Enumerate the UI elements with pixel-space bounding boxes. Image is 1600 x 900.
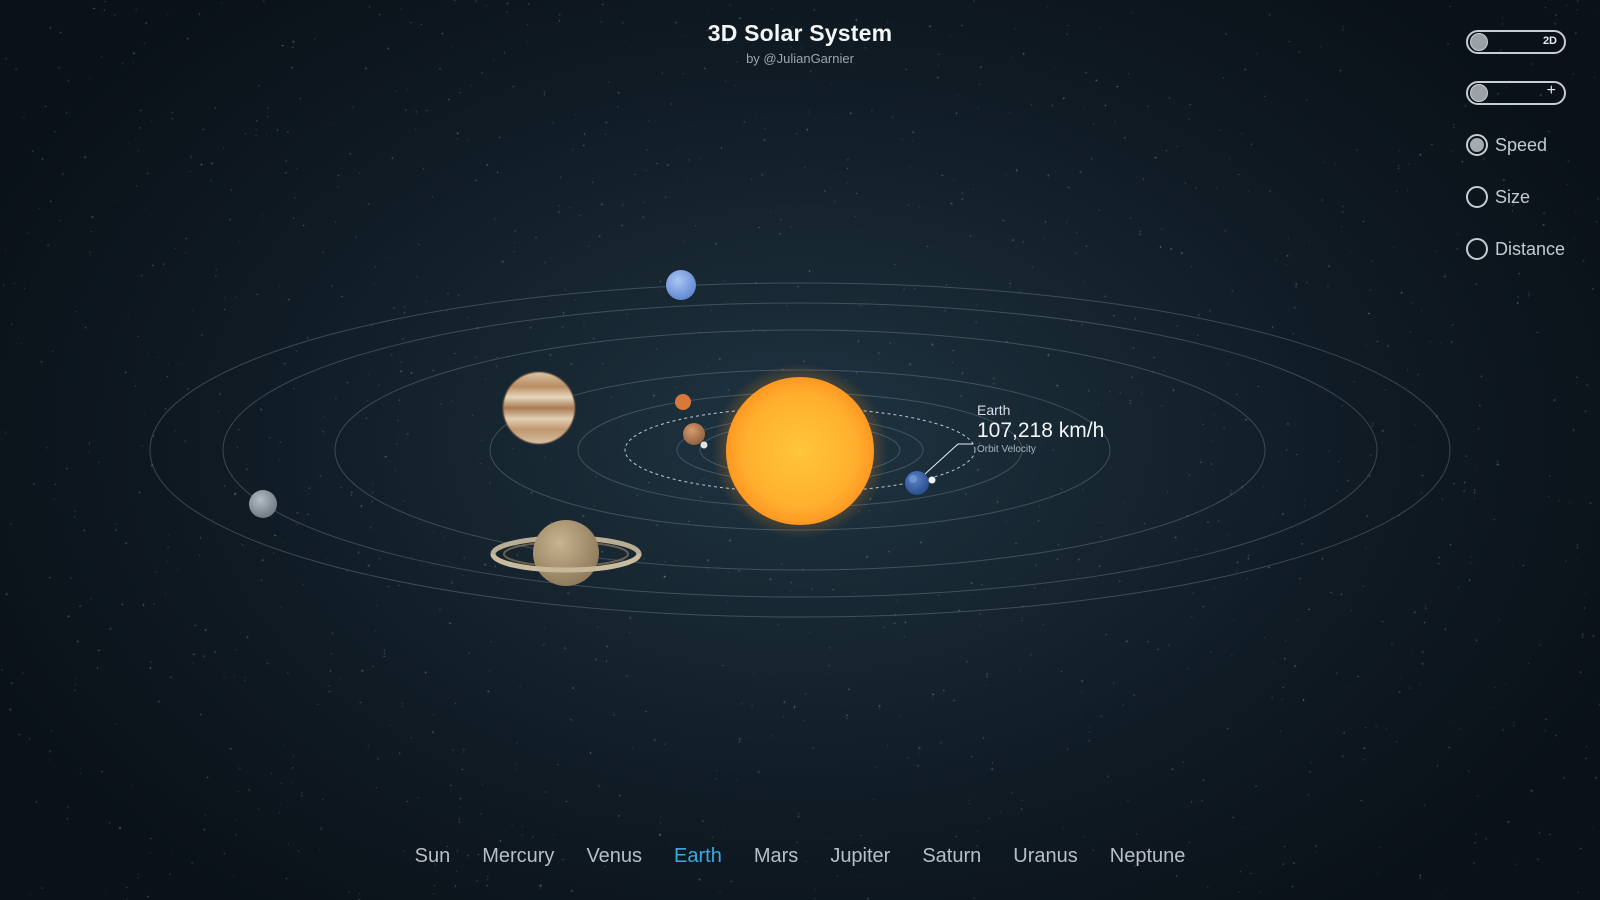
radio-circle (1466, 134, 1488, 156)
info-planet-name: Earth (977, 402, 1011, 418)
info-leader-line (924, 443, 973, 475)
nav-item-sun[interactable]: Sun (415, 845, 451, 868)
planet-jupiter[interactable] (502, 371, 576, 445)
planet-info-callout: Earth 107,218 km/h Orbit Velocity (977, 402, 1104, 455)
toggle-knob (1470, 33, 1488, 51)
header: 3D Solar System by @JulianGarnier (0, 20, 1600, 66)
planet-uranus[interactable] (249, 490, 277, 518)
info-value: 107,218 km/h (977, 419, 1105, 442)
solar-system-stage: 3D Solar System by @JulianGarnier 2D + S… (0, 0, 1600, 900)
planet-earth[interactable] (905, 471, 936, 495)
mode-label: Size (1495, 186, 1531, 207)
moon (928, 476, 936, 484)
controls-panel: 2D + Speed Size Distance (1466, 30, 1586, 288)
solar-system-scene[interactable] (0, 0, 1600, 900)
mode-distance-radio[interactable]: Distance (1466, 236, 1586, 262)
nav-item-uranus[interactable]: Uranus (1013, 845, 1077, 868)
nav-item-neptune[interactable]: Neptune (1110, 845, 1186, 868)
planet-neptune[interactable] (666, 270, 696, 300)
radio-circle (1466, 186, 1488, 208)
toggle-knob (1470, 84, 1488, 102)
view-toggle-label: 2D (1542, 35, 1557, 47)
view-2d-toggle[interactable]: 2D (1466, 30, 1566, 54)
mode-label: Distance (1495, 238, 1566, 259)
nav-item-mercury[interactable]: Mercury (482, 845, 554, 868)
radio-circle (1466, 238, 1488, 260)
mode-label: Speed (1495, 134, 1548, 155)
planet-mercury[interactable] (700, 441, 708, 449)
nav-item-mars[interactable]: Mars (754, 845, 798, 868)
author-byline: by @JulianGarnier (746, 51, 854, 66)
nav-item-venus[interactable]: Venus (586, 845, 642, 868)
planet-mars[interactable] (675, 394, 691, 410)
planet-nav: Sun Mercury Venus Earth Mars Jupiter Sat… (0, 845, 1600, 868)
plus-icon: + (1546, 82, 1556, 99)
nav-item-saturn[interactable]: Saturn (922, 845, 981, 868)
planet-venus[interactable] (683, 423, 705, 445)
info-label: Orbit Velocity (977, 444, 1036, 455)
planet-saturn[interactable] (490, 520, 642, 586)
mode-speed-radio[interactable]: Speed (1466, 132, 1586, 158)
page-title: 3D Solar System (707, 20, 893, 46)
sun[interactable] (712, 363, 888, 539)
nav-item-jupiter[interactable]: Jupiter (830, 845, 890, 868)
mode-size-radio[interactable]: Size (1466, 184, 1586, 210)
nav-item-earth[interactable]: Earth (674, 845, 722, 868)
zoom-toggle[interactable]: + (1466, 81, 1566, 105)
